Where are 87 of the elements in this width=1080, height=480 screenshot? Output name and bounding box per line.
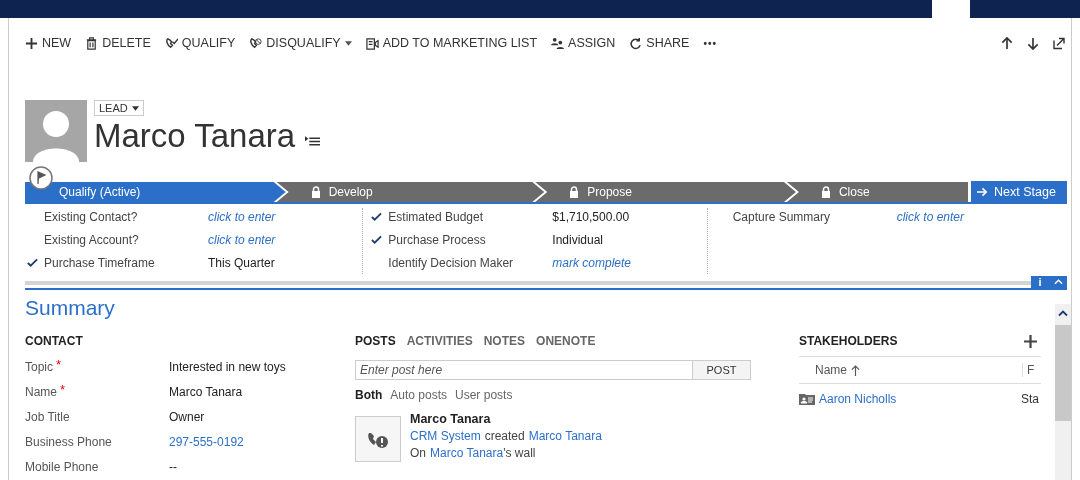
post-text: created: [484, 429, 525, 443]
trash-icon: [85, 36, 99, 50]
field-value: Interested in new toys: [169, 360, 286, 374]
field-label: Identify Decision Maker: [388, 256, 515, 270]
field-value: Individual: [552, 233, 604, 247]
social-tab[interactable]: ONENOTE: [536, 334, 596, 348]
list-icon: [365, 36, 379, 50]
process-stage[interactable]: Close: [786, 182, 968, 202]
required-marker: *: [56, 357, 62, 372]
entity-dropdown[interactable]: LEAD: [94, 100, 144, 116]
next-stage-button[interactable]: Next Stage: [971, 181, 1067, 203]
post-button[interactable]: POST: [693, 360, 751, 380]
avatar-silhouette: [25, 100, 87, 162]
caret-icon: [131, 105, 139, 111]
command-button[interactable]: DISQUALIFY: [249, 36, 352, 50]
section-heading: STAKEHOLDERS: [799, 334, 898, 348]
chevron-up-icon[interactable]: [1058, 310, 1068, 317]
command-button[interactable]: ASSIGN: [551, 36, 616, 50]
column-header[interactable]: Name: [799, 363, 860, 377]
field-link[interactable]: mark complete: [552, 256, 632, 270]
flag-icon[interactable]: [29, 166, 53, 190]
table-cell-text: Sta: [1021, 392, 1040, 406]
plus-icon[interactable]: [1024, 334, 1037, 348]
user-tile[interactable]: [932, 0, 970, 18]
social-tab[interactable]: POSTS: [355, 334, 396, 348]
record-name: Marco Tanara: [94, 116, 296, 156]
command-button[interactable]: •••: [703, 37, 717, 49]
field-value: Owner: [169, 410, 205, 424]
field-label: Purchase Timeframe: [44, 256, 156, 270]
field-label: Purchase Process: [388, 233, 487, 247]
field-label: Business Phone: [25, 435, 112, 449]
field-value: $1,710,500.00: [552, 210, 630, 224]
field-value: Marco Tanara: [169, 385, 243, 399]
section-heading: CONTACT: [25, 334, 84, 348]
social-tab[interactable]: ACTIVITIES: [406, 334, 473, 348]
required-marker: *: [60, 382, 66, 397]
stakeholder-link[interactable]: Aaron Nicholls: [819, 392, 1017, 406]
field-value: --: [169, 460, 177, 474]
section-title: Summary: [25, 296, 116, 320]
field-label: Name: [25, 385, 57, 399]
process-stage[interactable]: Propose: [535, 182, 796, 202]
chevron-up-icon: [1053, 279, 1063, 285]
right-arrow-icon: [977, 187, 988, 197]
contact-card-icon: [799, 393, 815, 405]
command-button[interactable]: SHARE: [629, 36, 690, 50]
post-text: 's wall: [503, 446, 536, 460]
process-stage[interactable]: Qualify (Active): [25, 182, 286, 202]
menu-icon[interactable]: [305, 136, 321, 147]
column-header[interactable]: F: [1022, 363, 1041, 377]
plus-icon: [25, 36, 38, 50]
command-button[interactable]: NEW: [25, 36, 72, 50]
field-link[interactable]: click to enter: [896, 210, 964, 224]
field-value: This Quarter: [208, 256, 275, 270]
post-field[interactable]: Enter post here: [355, 360, 693, 380]
field-link[interactable]: click to enter: [208, 233, 276, 247]
phone-check-icon: [164, 36, 178, 50]
post-link[interactable]: Marco Tanara: [430, 446, 504, 460]
command-button[interactable]: ADD TO MARKETING LIST: [365, 36, 538, 50]
field-label: Job Title: [25, 410, 70, 424]
field-link[interactable]: click to enter: [208, 210, 276, 224]
social-tab[interactable]: NOTES: [483, 334, 526, 348]
post-link[interactable]: Marco Tanara: [528, 429, 602, 443]
up-arrow-icon[interactable]: [1001, 36, 1013, 50]
share-icon: [629, 36, 643, 50]
post-link[interactable]: CRM System: [410, 429, 481, 443]
post-filter[interactable]: Auto posts: [390, 388, 448, 402]
phone-ban-icon: [249, 36, 263, 50]
field-label: Mobile Phone: [25, 460, 99, 474]
field-label: Existing Account?: [44, 233, 140, 247]
field-label: Existing Contact?: [44, 210, 139, 224]
sort-up-arrow-icon: [851, 364, 860, 376]
field-label: Topic: [25, 360, 53, 374]
post-text: On: [410, 446, 426, 460]
command-button[interactable]: DELETE: [85, 36, 151, 50]
scrollbar[interactable]: [1055, 304, 1071, 480]
command-button[interactable]: QUALIFY: [164, 36, 236, 50]
people-icon: [551, 36, 565, 50]
phone-link[interactable]: 297-555-0192: [169, 435, 244, 449]
post-filter[interactable]: Both: [355, 388, 383, 402]
field-label: Capture Summary: [732, 210, 832, 224]
field-label: Estimated Budget: [388, 210, 485, 224]
process-stage[interactable]: Develop: [276, 182, 545, 202]
down-arrow-icon[interactable]: [1027, 36, 1039, 50]
pop-out-icon[interactable]: [1053, 36, 1065, 50]
scrollbar-thumb[interactable]: [1055, 325, 1071, 421]
post-author: Marco Tanara: [410, 412, 492, 426]
post-filter[interactable]: User posts: [455, 388, 513, 402]
